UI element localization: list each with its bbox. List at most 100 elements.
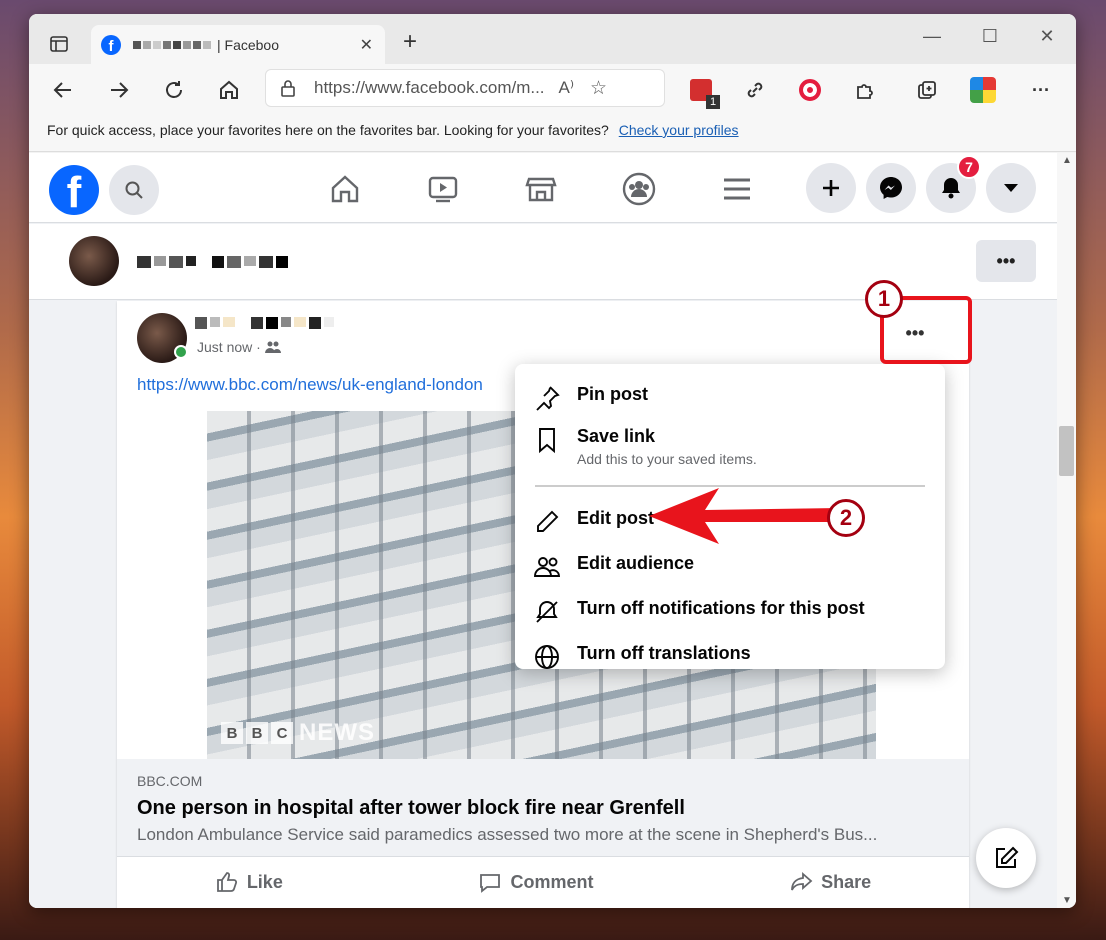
profile-avatar[interactable] [69, 236, 119, 286]
scroll-up-icon[interactable]: ▲ [1062, 155, 1072, 166]
collections-button[interactable] [911, 74, 943, 106]
compose-icon [996, 846, 1019, 868]
back-button[interactable] [47, 74, 79, 106]
browser-toolbar: https://www.facebook.com/m... A⁾ ☆ 1 ··· [29, 64, 1076, 114]
preview-domain: BBC.COM [137, 773, 203, 789]
edit-post-label: Edit post [577, 508, 654, 528]
create-button[interactable] [806, 163, 856, 213]
maximize-button[interactable]: ☐ [975, 26, 1005, 52]
comment-button[interactable]: Comment [478, 870, 594, 894]
post-actions: Like Comment Share [117, 857, 969, 907]
save-link-sublabel: Add this to your saved items. [577, 451, 757, 467]
redacted-author-name [195, 317, 334, 329]
forward-button[interactable] [103, 74, 135, 106]
menu-item-pin-post[interactable]: Pin post [533, 384, 648, 412]
tab-strip: f | Faceboo ✕ + — ☐ ✕ [29, 14, 1076, 64]
share-label: Share [821, 871, 872, 892]
video-icon [428, 176, 458, 203]
link-icon [747, 82, 763, 98]
facebook-page: f 7 ••• Just now · ••• https://www.bbc.c… [29, 153, 1057, 908]
facebook-logo-icon[interactable]: f [49, 165, 99, 215]
page-scrollbar[interactable]: ▲ ▼ [1057, 153, 1076, 908]
refresh-button[interactable] [158, 74, 190, 106]
favorites-bar-text: For quick access, place your favorites h… [47, 122, 609, 138]
sidebar-toggle-icon [50, 36, 68, 52]
nav-groups-button[interactable] [621, 171, 657, 207]
comment-icon [480, 874, 501, 893]
scroll-down-icon[interactable]: ▼ [1062, 895, 1072, 906]
share-button[interactable]: Share [789, 870, 871, 894]
extensions-button[interactable] [849, 74, 881, 106]
nav-home-button[interactable] [327, 171, 363, 207]
settings-more-button[interactable]: ··· [1025, 74, 1057, 106]
comment-label: Comment [510, 871, 594, 892]
menu-item-edit-audience[interactable]: Edit audience [533, 553, 694, 581]
address-bar[interactable]: https://www.facebook.com/m... A⁾ ☆ [265, 69, 665, 107]
redacted-tab-text [133, 40, 211, 49]
step1-number-badge: 1 [865, 280, 903, 318]
post-link[interactable]: https://www.bbc.com/news/uk-england-lond… [137, 375, 517, 395]
facebook-favicon-icon: f [101, 34, 121, 55]
nav-marketplace-button[interactable] [523, 171, 559, 207]
bookmark-icon [539, 428, 555, 454]
notification-count-badge: 7 [957, 155, 981, 179]
groups-icon [622, 172, 656, 206]
collections-icon [918, 81, 936, 99]
nav-menu-button[interactable] [719, 171, 755, 207]
scrollbar-thumb[interactable] [1059, 426, 1074, 476]
preview-title: One person in hospital after tower block… [137, 797, 685, 819]
people-icon [534, 557, 560, 577]
watermark-letter: B [246, 722, 268, 744]
friends-audience-icon [264, 341, 281, 353]
browser-tab-facebook[interactable]: f | Faceboo ✕ [91, 25, 385, 64]
like-button[interactable]: Like [215, 870, 283, 894]
facebook-header: f 7 [29, 153, 1057, 223]
link-extension-button[interactable] [739, 74, 771, 106]
menu-item-edit-post[interactable]: Edit post [533, 508, 654, 536]
opera-extension-button[interactable] [794, 74, 826, 106]
profile-avatar-icon [970, 77, 996, 103]
link-preview[interactable]: BBC.COM One person in hospital after tow… [117, 759, 969, 857]
url-text: https://www.facebook.com/m... [314, 78, 545, 97]
save-link-label: Save link [577, 426, 656, 446]
menu-item-save-link[interactable]: Save link Add this to your saved items. [533, 426, 757, 467]
more-dots-icon: ··· [1032, 79, 1050, 100]
thumbs-up-icon [216, 872, 237, 892]
share-icon [791, 872, 813, 891]
redacted-profile-name [137, 256, 288, 268]
bbc-news-watermark: B B C NEWS [221, 719, 375, 747]
new-tab-button[interactable]: + [397, 28, 423, 56]
like-label: Like [246, 871, 283, 892]
home-icon [331, 175, 359, 203]
caret-down-icon [1004, 184, 1018, 192]
search-button[interactable] [109, 165, 159, 215]
extension-button[interactable]: 1 [685, 74, 720, 109]
messenger-icon [880, 177, 902, 199]
home-button[interactable] [213, 74, 245, 106]
pencil-icon [537, 510, 559, 532]
extension-badge: 1 [706, 95, 720, 109]
tab-close-icon[interactable]: ✕ [360, 35, 373, 55]
account-button[interactable] [986, 163, 1036, 213]
hamburger-icon [724, 178, 750, 200]
lock-icon [281, 80, 295, 97]
profile-button[interactable] [967, 74, 999, 106]
watermark-letter: C [271, 722, 293, 744]
window-close-button[interactable]: ✕ [1032, 26, 1062, 52]
compose-message-button[interactable] [976, 828, 1036, 888]
profile-more-button[interactable]: ••• [976, 240, 1036, 282]
nav-watch-button[interactable] [425, 171, 461, 207]
messenger-button[interactable] [866, 163, 916, 213]
check-profiles-link[interactable]: Check your profiles [619, 122, 739, 138]
turn-off-notifications-label: Turn off notifications for this post [577, 598, 865, 618]
refresh-icon [166, 81, 182, 98]
tab-actions-button[interactable] [43, 30, 75, 58]
menu-item-turn-off-notifications[interactable]: Turn off notifications for this post [533, 598, 865, 626]
favorite-star-icon[interactable]: ☆ [590, 77, 607, 100]
read-aloud-icon[interactable]: A⁾ [559, 78, 575, 98]
menu-item-turn-off-translations[interactable]: Turn off translations [533, 643, 751, 671]
minimize-button[interactable]: — [917, 26, 947, 52]
browser-window: f | Faceboo ✕ + — ☐ ✕ https://www.facebo… [29, 14, 1076, 908]
favorites-bar: For quick access, place your favorites h… [29, 114, 1076, 152]
pin-icon [536, 386, 560, 411]
